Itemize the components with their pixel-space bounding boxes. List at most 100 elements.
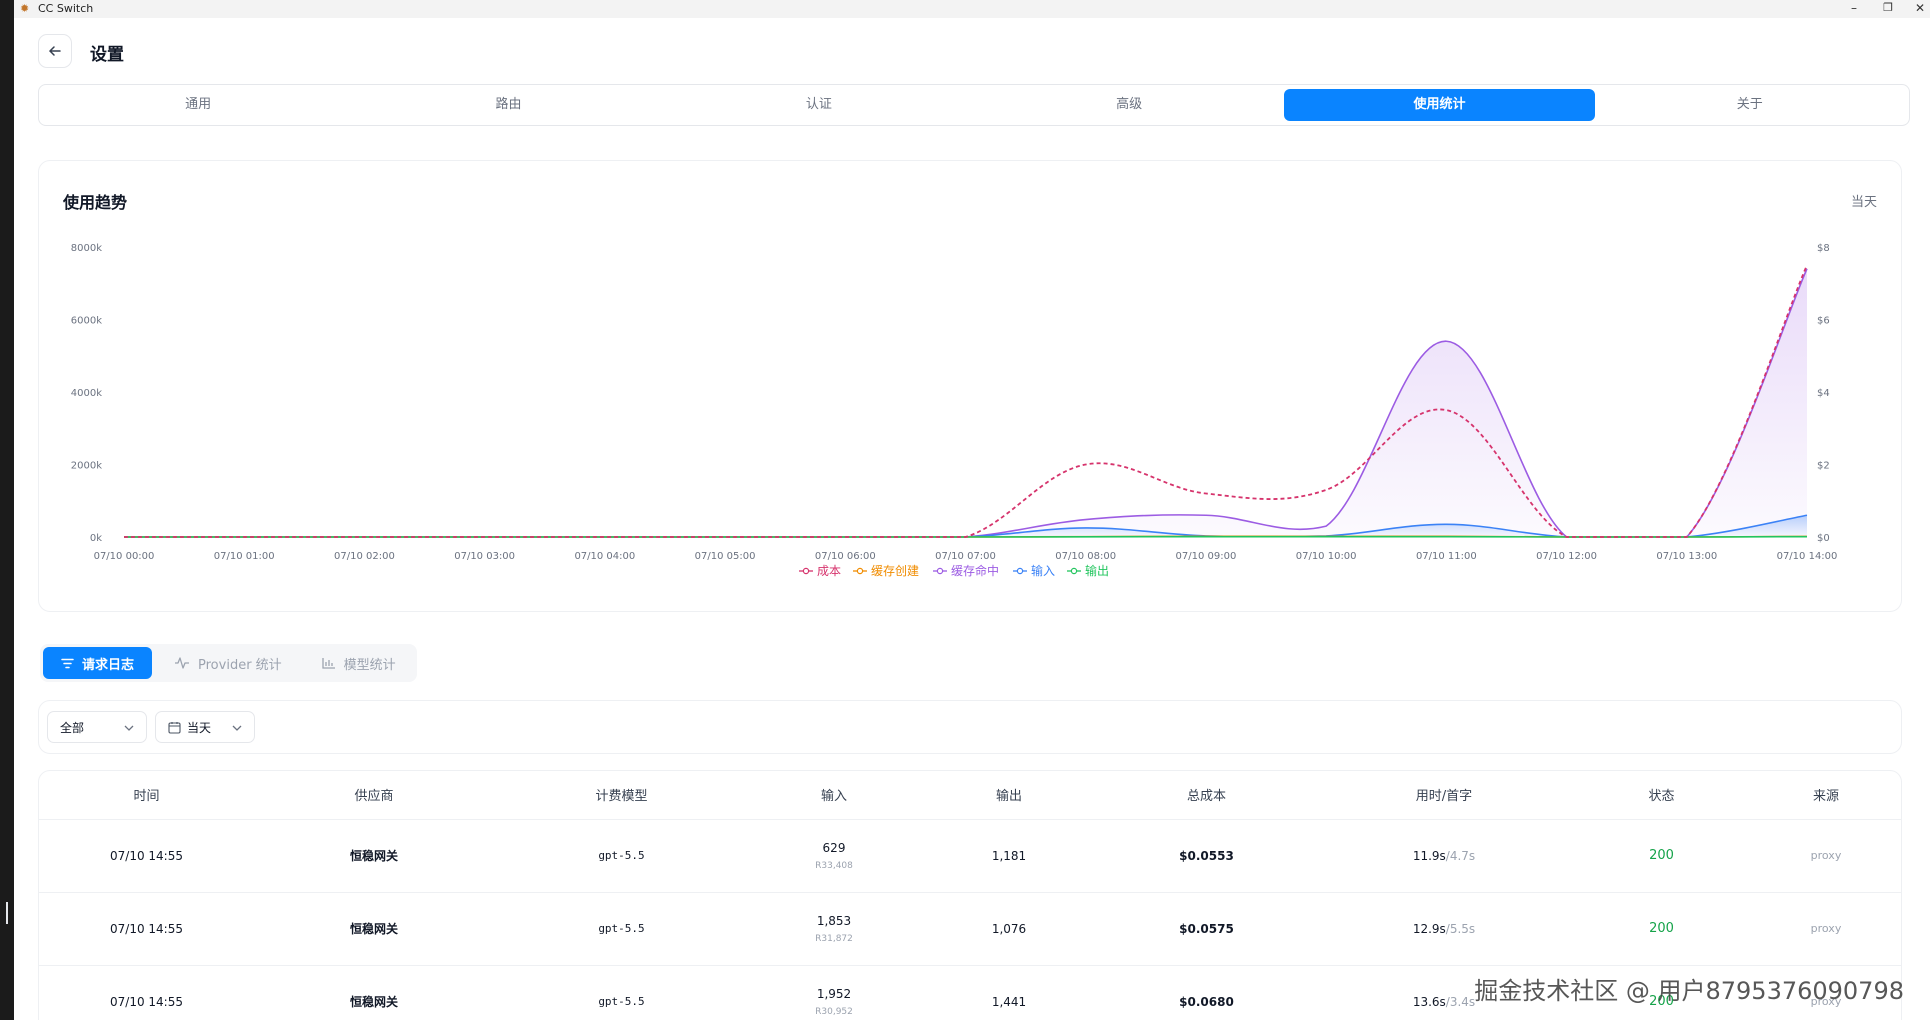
x-tick-label: 07/10 07:00 <box>935 551 996 562</box>
usage-trend-chart: 0k 2000k 4000k 6000k 8000k $0 $2 $4 $6 $8 07/10 00… <box>71 243 1838 578</box>
scope-select[interactable]: 全部 <box>47 711 147 743</box>
legend-label: 成本 <box>817 564 841 578</box>
page-title: 设置 <box>90 45 124 65</box>
column-header[interactable]: 输出 <box>919 771 1099 820</box>
subtab-request-log[interactable]: 请求日志 <box>43 647 153 679</box>
legend-label: 输入 <box>1031 563 1055 578</box>
x-tick-label: 07/10 05:00 <box>695 551 756 562</box>
legend-marker <box>802 567 810 575</box>
column-header[interactable]: 供应商 <box>254 771 494 820</box>
column-header[interactable]: 输入 <box>749 771 919 820</box>
cell-source: proxy <box>1749 892 1901 966</box>
y-left-tick-label: 6000k <box>71 316 102 327</box>
table-row[interactable]: 07/10 14:55 恒稳网关 gpt-5.5 629 R33,408 1,18… <box>39 819 1901 893</box>
legend-marker <box>856 567 864 575</box>
arrow-left-icon <box>48 46 61 56</box>
cell-model: gpt-5.5 <box>494 892 749 966</box>
subtab-model-stats[interactable]: 模型统计 <box>304 647 414 679</box>
duration-total: 11.9s <box>1412 848 1446 863</box>
cell-cost: $0.0680 <box>1099 965 1314 1020</box>
x-tick-label: 07/10 02:00 <box>334 551 395 562</box>
x-tick-label: 07/10 06:00 <box>815 551 876 562</box>
column-header[interactable]: 计费模型 <box>494 771 749 820</box>
close-button[interactable]: ✕ <box>1900 0 1930 18</box>
tab-auth[interactable]: 认证 <box>664 89 974 121</box>
legend-label: 输出 <box>1085 563 1109 578</box>
column-header[interactable]: 时间 <box>39 771 254 820</box>
x-tick-label: 07/10 09:00 <box>1176 551 1237 562</box>
column-header[interactable]: 来源 <box>1749 771 1901 820</box>
edge-marker <box>6 902 8 924</box>
y-left-tick-label: 8000k <box>71 243 102 254</box>
table-header-row: 时间 供应商 计费模型 输入 输出 总成本 用时/首字 状态 来源 <box>39 771 1901 820</box>
legend-marker <box>936 567 944 575</box>
column-header[interactable]: 总成本 <box>1099 771 1314 820</box>
table-row[interactable]: 07/10 14:55 恒稳网关 gpt-5.5 1,853 R31,872 1,… <box>39 892 1901 966</box>
filter-bar: 全部 当天 <box>38 700 1902 754</box>
cell-input: 629 R33,408 <box>749 819 919 893</box>
activity-icon <box>175 657 190 669</box>
cell-cost: $0.0575 <box>1099 892 1314 966</box>
scope-select-value: 全部 <box>60 720 85 735</box>
series-line-cost <box>124 264 1808 538</box>
x-tick-label: 07/10 03:00 <box>454 551 515 562</box>
duration-first: /4.7s <box>1445 848 1476 863</box>
y-left-tick-label: 0k <box>90 533 102 544</box>
column-header[interactable]: 状态 <box>1574 771 1749 820</box>
cell-output: 1,181 <box>919 819 1099 893</box>
cell-time: 07/10 14:55 <box>39 965 254 1020</box>
tab-usage-stats[interactable]: 使用统计 <box>1284 89 1595 121</box>
cell-input: 1,853 R31,872 <box>749 892 919 966</box>
tab-routing[interactable]: 路由 <box>353 89 663 121</box>
cell-output: 1,441 <box>919 965 1099 1020</box>
log-subtabs: 请求日志 Provider 统计 模型统计 <box>40 644 417 682</box>
series-area-cache-hit <box>124 268 1807 537</box>
filter-icon <box>61 658 74 668</box>
back-button[interactable] <box>38 34 72 68</box>
series-line-cache-hit <box>124 268 1808 538</box>
chevron-down-icon <box>124 721 134 734</box>
subtab-provider-stats[interactable]: Provider 统计 <box>156 647 300 679</box>
cell-provider: 恒稳网关 <box>254 965 494 1020</box>
x-tick-label: 07/10 08:00 <box>1055 551 1116 562</box>
cell-model: gpt-5.5 <box>494 819 749 893</box>
cell-duration: 12.9s/5.5s <box>1314 892 1574 966</box>
chevron-down-icon <box>232 721 242 734</box>
subtab-label: 请求日志 <box>82 657 135 673</box>
bar-chart-icon <box>322 658 335 669</box>
cell-status: 200 <box>1574 892 1749 966</box>
legend-label: 缓存命中 <box>951 563 999 578</box>
tab-about[interactable]: 关于 <box>1595 89 1905 121</box>
x-tick-label: 07/10 13:00 <box>1656 551 1717 562</box>
window-title: CC Switch <box>38 2 94 15</box>
cell-provider: 恒稳网关 <box>254 819 494 893</box>
input-cache-tokens: R33,408 <box>815 860 853 871</box>
calendar-icon <box>168 721 181 734</box>
duration-total: 13.6s <box>1412 994 1446 1009</box>
cell-cost: $0.0553 <box>1099 819 1314 893</box>
date-select[interactable]: 当天 <box>155 711 255 743</box>
input-cache-tokens: R30,952 <box>815 1006 853 1017</box>
y-left-tick-label: 4000k <box>71 388 102 399</box>
cell-time: 07/10 14:55 <box>39 819 254 893</box>
tab-general[interactable]: 通用 <box>43 89 353 121</box>
x-tick-label: 07/10 04:00 <box>574 551 635 562</box>
window-titlebar: ✹ CC Switch – ❐ ✕ <box>14 0 1930 18</box>
duration-first: /5.5s <box>1445 921 1476 936</box>
x-tick-label: 07/10 01:00 <box>214 551 275 562</box>
watermark: 掘金技术社区 @ 用户8795376090798 <box>1474 977 1904 1005</box>
cell-output: 1,076 <box>919 892 1099 966</box>
column-header[interactable]: 用时/首字 <box>1314 771 1574 820</box>
y-right-tick-label: $4 <box>1817 388 1830 399</box>
cell-status: 200 <box>1574 819 1749 893</box>
input-cache-tokens: R31,872 <box>815 933 853 944</box>
x-tick-label: 07/10 12:00 <box>1536 551 1597 562</box>
cell-source: proxy <box>1749 819 1901 893</box>
input-tokens: 629 <box>822 840 846 855</box>
tab-advanced[interactable]: 高级 <box>974 89 1284 121</box>
cell-time: 07/10 14:55 <box>39 892 254 966</box>
input-tokens: 1,952 <box>816 986 852 1001</box>
usage-trend-card: 使用趋势 当天 0k 2000k 4000k 6000k 8000k $0 $2 $4 $6 $8… <box>38 160 1902 612</box>
subtab-label: Provider 统计 <box>198 657 282 673</box>
settings-tabs: 通用 路由 认证 高级 使用统计 关于 <box>38 84 1910 126</box>
